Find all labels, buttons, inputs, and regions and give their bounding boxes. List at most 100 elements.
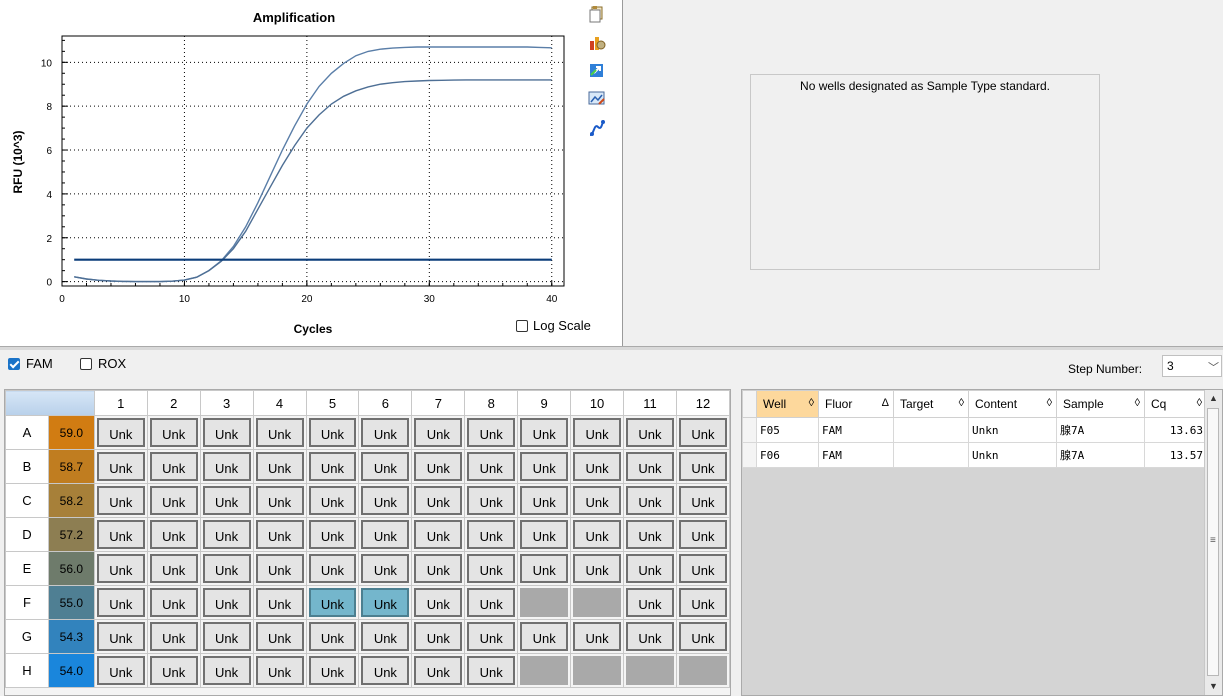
- plate-column-header[interactable]: 10: [570, 390, 625, 416]
- sort-icon[interactable]: ◊: [1197, 397, 1202, 409]
- plate-well[interactable]: Unk: [570, 415, 625, 450]
- trace-icon[interactable]: [588, 119, 606, 137]
- plate-row-header[interactable]: A: [5, 415, 49, 450]
- plate-well[interactable]: Unk: [411, 517, 466, 552]
- plate-well[interactable]: Unk: [252, 483, 307, 518]
- log-scale-toggle[interactable]: Log Scale: [516, 318, 591, 333]
- plate-well[interactable]: Unk: [146, 551, 201, 586]
- plate-well[interactable]: Unk: [358, 449, 413, 484]
- plate-column-header[interactable]: 3: [199, 390, 254, 416]
- plate-column-header[interactable]: 5: [305, 390, 360, 416]
- plate-well[interactable]: Unk: [623, 619, 677, 654]
- plate-well[interactable]: Unk: [464, 517, 519, 552]
- plate-well[interactable]: Unk: [252, 415, 307, 450]
- scroll-down-icon[interactable]: ▼: [1205, 678, 1222, 695]
- plate-well[interactable]: Unk: [517, 551, 572, 586]
- plate-well[interactable]: Unk: [411, 415, 466, 450]
- plate-well[interactable]: Unk: [199, 449, 254, 484]
- fluor-fam-toggle[interactable]: FAM: [8, 356, 53, 371]
- plate-well[interactable]: Unk: [358, 619, 413, 654]
- plate-row-header[interactable]: C: [5, 483, 49, 518]
- plate-well[interactable]: Unk: [623, 483, 677, 518]
- plate-column-header[interactable]: 1: [93, 390, 148, 416]
- plate-well[interactable]: Unk: [570, 449, 625, 484]
- plate-well[interactable]: Unk: [146, 653, 201, 688]
- plate-well[interactable]: Unk: [146, 585, 201, 620]
- plate-well[interactable]: Unk: [623, 449, 677, 484]
- plate-column-header[interactable]: 2: [146, 390, 201, 416]
- plate-well[interactable]: Unk: [199, 551, 254, 586]
- plate-well[interactable]: Unk: [93, 517, 148, 552]
- export-icon[interactable]: [588, 61, 606, 79]
- plate-well[interactable]: Unk: [358, 415, 413, 450]
- results-column-header[interactable]: Content ◊: [968, 390, 1057, 418]
- plate-well[interactable]: Unk: [146, 619, 201, 654]
- plate-well[interactable]: Unk: [411, 585, 466, 620]
- copy-icon[interactable]: [588, 5, 606, 23]
- plate-well[interactable]: Unk: [570, 551, 625, 586]
- table-row[interactable]: F06 FAM Unkn 腺7A 13.57: [742, 442, 1207, 468]
- plate-well[interactable]: Unk: [93, 619, 148, 654]
- plate-well[interactable]: [517, 653, 572, 688]
- plate-well[interactable]: Unk: [517, 619, 572, 654]
- plate-well[interactable]: Unk: [570, 483, 625, 518]
- results-column-header[interactable]: Cq ◊: [1144, 390, 1207, 418]
- plate-well[interactable]: Unk: [252, 585, 307, 620]
- plate-well[interactable]: Unk: [358, 551, 413, 586]
- plate-well[interactable]: Unk: [464, 653, 519, 688]
- plate-well[interactable]: Unk: [252, 619, 307, 654]
- plate-well[interactable]: Unk: [93, 483, 148, 518]
- plate-well[interactable]: Unk: [199, 517, 254, 552]
- plate-well[interactable]: Unk: [464, 415, 519, 450]
- sort-icon[interactable]: ◊: [959, 397, 964, 409]
- plate-well[interactable]: Unk: [675, 449, 731, 484]
- plate-well[interactable]: Unk: [675, 483, 731, 518]
- plate-well[interactable]: Unk: [623, 517, 677, 552]
- plate-corner[interactable]: [5, 390, 95, 416]
- plate-well[interactable]: Unk: [675, 551, 731, 586]
- plate-column-header[interactable]: 7: [411, 390, 466, 416]
- plate-row-header[interactable]: H: [5, 653, 49, 688]
- plate-well[interactable]: Unk: [517, 449, 572, 484]
- plate-well[interactable]: Unk: [199, 415, 254, 450]
- row-selector[interactable]: [742, 442, 757, 468]
- plate-well[interactable]: Unk: [305, 415, 360, 450]
- plate-row-header[interactable]: D: [5, 517, 49, 552]
- plate-well[interactable]: Unk: [675, 415, 731, 450]
- plate-column-header[interactable]: 11: [623, 390, 677, 416]
- plate-well[interactable]: Unk: [623, 585, 677, 620]
- plate-well[interactable]: Unk: [675, 517, 731, 552]
- plate-well[interactable]: Unk: [411, 619, 466, 654]
- plate-well[interactable]: Unk: [146, 449, 201, 484]
- plate-well[interactable]: [517, 585, 572, 620]
- plate-well[interactable]: Unk: [146, 517, 201, 552]
- plate-well[interactable]: Unk: [358, 585, 413, 620]
- plate-well[interactable]: Unk: [358, 483, 413, 518]
- plate-well[interactable]: Unk: [623, 415, 677, 450]
- plate-well[interactable]: Unk: [305, 585, 360, 620]
- plate-well[interactable]: Unk: [517, 517, 572, 552]
- plate-well[interactable]: Unk: [570, 517, 625, 552]
- plate-well[interactable]: Unk: [464, 483, 519, 518]
- results-scrollbar[interactable]: ▲ ≡ ▼: [1204, 390, 1222, 695]
- plate-well[interactable]: Unk: [305, 449, 360, 484]
- sort-icon[interactable]: Δ: [882, 397, 889, 409]
- plate-row-header[interactable]: F: [5, 585, 49, 620]
- plate-well[interactable]: Unk: [623, 551, 677, 586]
- plate-well[interactable]: Unk: [517, 415, 572, 450]
- plate-well[interactable]: Unk: [199, 483, 254, 518]
- image-icon[interactable]: [588, 89, 606, 107]
- plate-well[interactable]: Unk: [305, 517, 360, 552]
- plate-well[interactable]: Unk: [358, 517, 413, 552]
- plate-column-header[interactable]: 6: [358, 390, 413, 416]
- plate-well[interactable]: Unk: [252, 653, 307, 688]
- plate-well[interactable]: Unk: [675, 619, 731, 654]
- plate-well[interactable]: Unk: [199, 619, 254, 654]
- plate-well[interactable]: Unk: [305, 551, 360, 586]
- fluor-fam-checkbox[interactable]: [8, 357, 20, 370]
- plate-well[interactable]: Unk: [411, 551, 466, 586]
- plate-row-header[interactable]: B: [5, 449, 49, 484]
- plate-well[interactable]: Unk: [93, 551, 148, 586]
- results-column-header[interactable]: Target ◊: [893, 390, 969, 418]
- results-column-header[interactable]: Well ◊: [756, 390, 819, 418]
